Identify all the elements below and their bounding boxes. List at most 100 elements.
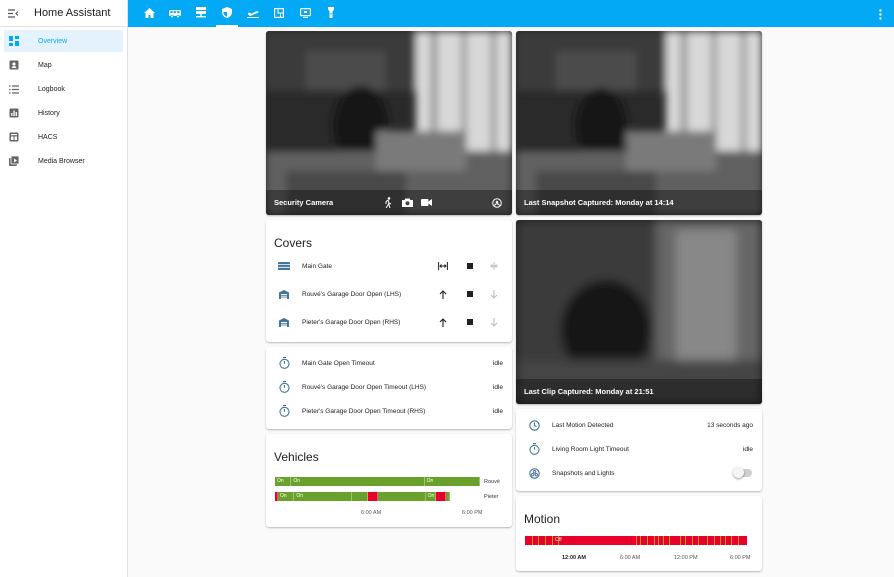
tab-vehicles[interactable] (162, 0, 188, 27)
axis-tick-label: 6:00 PM (730, 555, 751, 561)
motion-event-tick[interactable] (724, 536, 726, 545)
tab-home[interactable] (136, 0, 162, 27)
timer-icon (278, 357, 290, 369)
tab-servers[interactable] (188, 0, 214, 27)
motion-event-tick[interactable] (707, 536, 709, 545)
sidebar-item-hacs[interactable]: HACS (4, 126, 123, 148)
cover-row-main-gate[interactable]: Main Gate (266, 254, 512, 278)
timeline-segment[interactable]: On (425, 492, 436, 501)
record-video-icon[interactable] (421, 197, 432, 208)
snapshots-lights-toggle[interactable] (733, 467, 752, 478)
timeline-state-label: Off (553, 536, 562, 545)
stop-icon[interactable] (465, 261, 475, 271)
timer-label: Main Gate Open Timeout (302, 359, 375, 367)
motion-event-tick[interactable] (544, 536, 546, 545)
tab-devices[interactable] (318, 0, 344, 27)
garage-icon (278, 288, 290, 300)
motion-event-tick[interactable] (653, 536, 655, 545)
motion-event-tick[interactable] (713, 536, 715, 545)
cover-label: Pieter's Garage Door Open (RHS) (302, 318, 401, 326)
entity-row-light-timeout[interactable]: Living Room Light Timeout idle (516, 437, 762, 461)
motion-event-tick[interactable] (640, 536, 642, 545)
bus-icon (169, 5, 181, 23)
vehicle-name: Pieter (484, 494, 499, 500)
timer-row-pieter-garage[interactable]: Pieter's Garage Door Open Timeout (RHS) … (266, 399, 512, 423)
entity-label: Living Room Light Timeout (552, 445, 629, 453)
more-options-icon[interactable] (874, 7, 886, 21)
sidebar-item-logbook[interactable]: Logbook (4, 78, 123, 100)
timer-state: idle (492, 383, 503, 391)
motion-event-tick[interactable] (691, 536, 693, 545)
timeline-segment[interactable] (378, 492, 426, 501)
close-cover-arrow-down-icon[interactable] (489, 289, 499, 299)
motion-event-tick[interactable] (684, 536, 686, 545)
motion-event-tick[interactable] (636, 536, 637, 545)
open-cover-arrow-up-icon[interactable] (438, 289, 448, 299)
timeline-segment[interactable]: On (294, 492, 352, 501)
motion-event-tick[interactable] (720, 536, 722, 545)
snapshot-camera-icon[interactable] (402, 197, 413, 208)
timer-row-rouve-garage[interactable]: Rouvé's Garage Door Open Timeout (LHS) i… (266, 375, 512, 399)
sidebar-item-media-browser[interactable]: Media Browser (4, 150, 123, 172)
stop-icon[interactable] (465, 289, 475, 299)
timeline-segment[interactable]: On (278, 492, 295, 501)
timer-state: idle (492, 407, 503, 415)
open-cover-arrow-up-icon[interactable] (438, 317, 448, 327)
timeline-segment[interactable] (446, 492, 451, 501)
timeline-segment[interactable] (368, 492, 379, 501)
entity-state: idle (742, 445, 753, 453)
entity-row-last-motion[interactable]: Last Motion Detected 13 seconds ago (516, 413, 762, 437)
detection-status-icon[interactable] (491, 197, 502, 208)
timer-state: idle (492, 359, 503, 367)
motion-event-tick[interactable] (531, 536, 533, 545)
sidebar-item-label: HACS (38, 133, 58, 141)
tab-floorplan[interactable] (266, 0, 292, 27)
tab-media[interactable] (292, 0, 318, 27)
last-clip-card[interactable]: Last Clip Captured: Monday at 21:51 (516, 220, 762, 404)
motion-event-tick[interactable] (647, 536, 649, 545)
close-cover-arrow-down-icon[interactable] (489, 317, 499, 327)
cover-row-pieter-garage[interactable]: Pieter's Garage Door Open (RHS) (266, 310, 512, 334)
motion-event-tick[interactable] (738, 536, 740, 545)
timeline-segment[interactable] (351, 492, 369, 501)
security-camera-card[interactable]: Security Camera (266, 31, 512, 215)
camera-footer: Last Snapshot Captured: Monday at 14:14 (516, 190, 762, 215)
motion-event-tick[interactable] (698, 536, 700, 545)
motion-event-tick[interactable] (538, 536, 540, 545)
motion-event-tick[interactable] (558, 536, 560, 545)
gate-open-icon[interactable] (438, 261, 448, 271)
motion-event-tick[interactable] (669, 536, 671, 545)
clip-caption: Last Clip Captured: Monday at 21:51 (524, 387, 654, 396)
timeline-segment[interactable]: On (424, 477, 480, 486)
sidebar-item-overview[interactable]: Overview (4, 30, 123, 52)
last-snapshot-card[interactable]: Last Snapshot Captured: Monday at 14:14 (516, 31, 762, 215)
motion-event-tick[interactable] (731, 536, 733, 545)
gate-close-icon[interactable] (489, 261, 499, 271)
motion-event-tick[interactable] (680, 536, 682, 545)
timeline-segment[interactable]: On (275, 477, 292, 486)
camera-label: Security Camera (274, 198, 334, 207)
motion-event-tick[interactable] (662, 536, 664, 545)
axis-tick-label: 6:00 AM (361, 510, 382, 516)
app-title: Home Assistant (34, 7, 111, 19)
timeline-segment[interactable] (435, 492, 447, 501)
menu-toggle-icon[interactable] (7, 7, 20, 20)
top-app-bar (128, 0, 894, 27)
motion-event-tick[interactable] (551, 536, 553, 545)
vehicles-card: Vehicles On On On Rouvé On On On Pieter 6:00… (266, 434, 512, 527)
tab-travel[interactable] (240, 0, 266, 27)
cover-row-rouve-garage[interactable]: Rouvé's Garage Door Open (LHS) (266, 282, 512, 306)
motion-timeline[interactable]: Off (525, 536, 747, 545)
vehicle-timeline-rouve[interactable]: On On On (275, 477, 480, 486)
vehicle-timeline-pieter[interactable]: On On On (275, 492, 480, 501)
entity-label: Last Motion Detected (552, 421, 614, 429)
motion-event-tick[interactable] (658, 536, 660, 545)
timer-row-main-gate[interactable]: Main Gate Open Timeout idle (266, 351, 512, 375)
sidebar-item-history[interactable]: History (4, 102, 123, 124)
tab-security[interactable] (214, 0, 240, 27)
sidebar-item-map[interactable]: Map (4, 54, 123, 76)
motion-walk-icon[interactable] (383, 197, 394, 208)
timeline-segment[interactable]: On (291, 477, 425, 486)
stop-icon[interactable] (465, 317, 475, 327)
entity-row-snapshots-lights[interactable]: Snapshots and Lights (516, 461, 762, 485)
